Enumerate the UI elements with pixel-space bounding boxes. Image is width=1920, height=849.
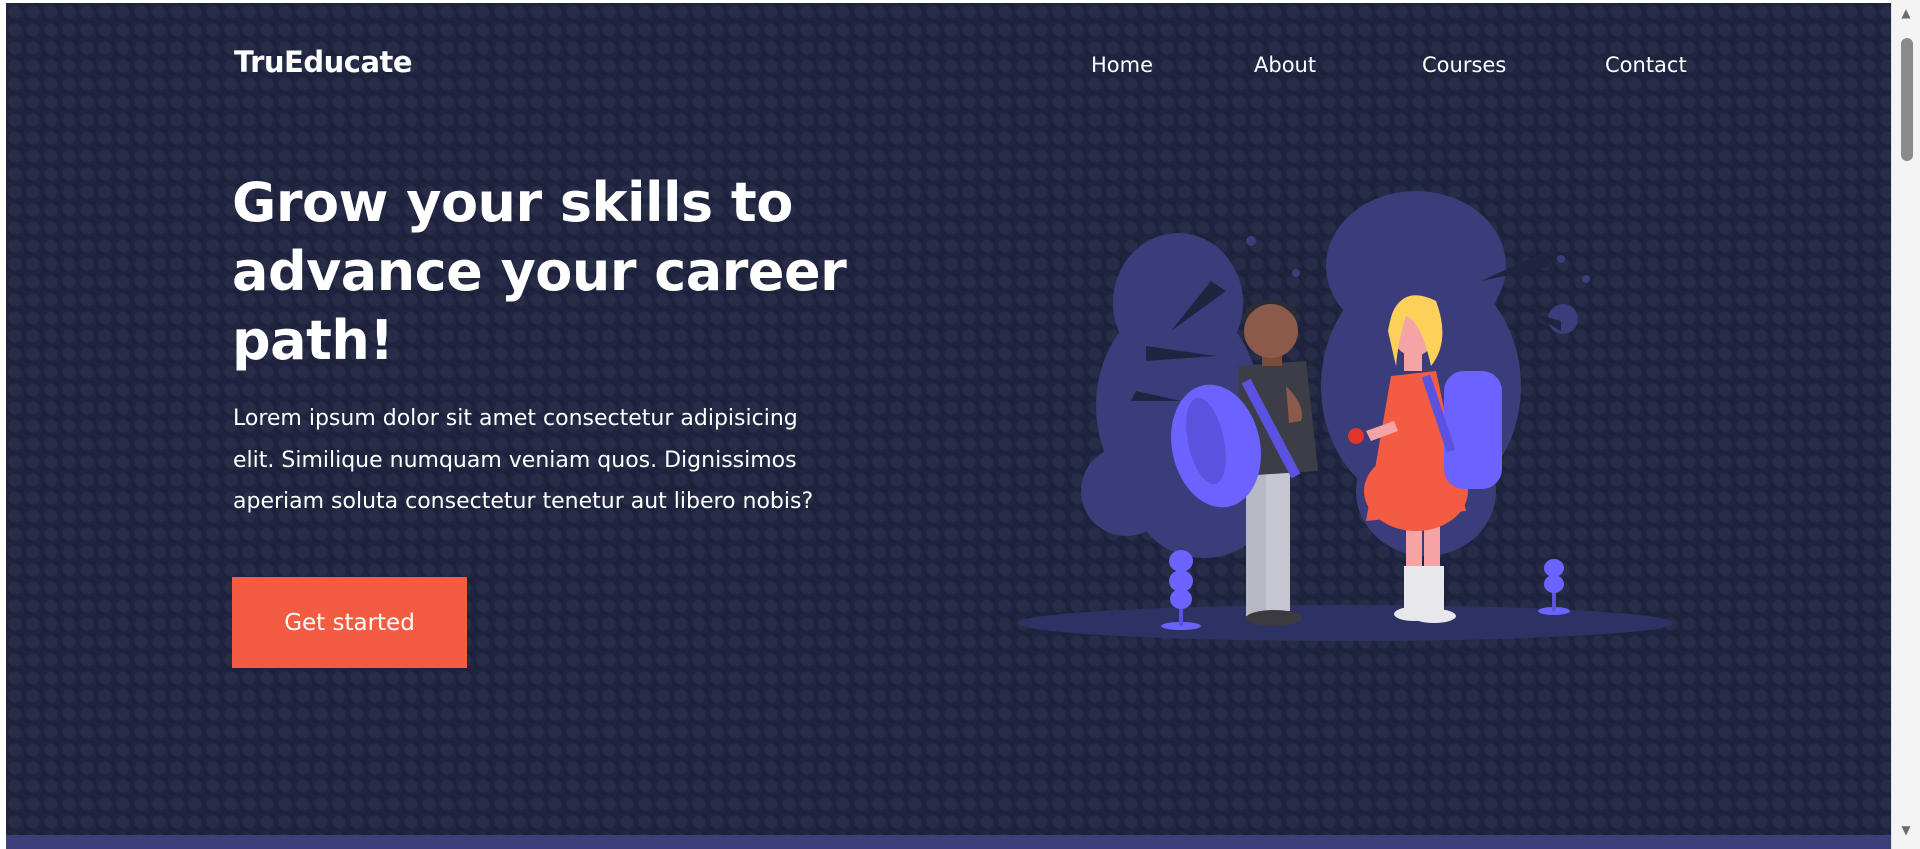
hero-title-line: advance your career [232, 240, 847, 303]
page-viewport: TruEducate Home About Courses Contact Gr… [6, 3, 1892, 849]
brand-logo[interactable]: TruEducate [234, 45, 413, 79]
chevron-down-icon[interactable]: ▼ [1892, 819, 1920, 841]
chevron-up-icon[interactable]: ▲ [1892, 2, 1920, 24]
background-bushes [1081, 191, 1590, 558]
nav-link-courses[interactable]: Courses [1422, 53, 1506, 77]
hero-description: Lorem ipsum dolor sit amet consectetur a… [233, 398, 893, 523]
hero-description-line: elit. Similique numquam veniam quos. Dig… [233, 447, 797, 473]
nav-link-contact[interactable]: Contact [1605, 53, 1687, 77]
hero-description-line: aperiam soluta consectetur tenetur aut l… [233, 489, 814, 514]
ground-shadow [1018, 605, 1674, 641]
hero-title: Grow your skills to advance your career … [232, 168, 932, 375]
nav-link-about[interactable]: About [1254, 53, 1316, 77]
section-divider [6, 835, 1892, 849]
hero-title-line: Grow your skills to [232, 171, 793, 234]
get-started-button[interactable]: Get started [232, 577, 467, 668]
students-with-backpacks-illustration [1018, 191, 1674, 641]
nav-link-home[interactable]: Home [1091, 53, 1153, 77]
hero-title-line: path! [232, 309, 394, 372]
vertical-scrollbar[interactable]: ▲ ▼ [1891, 0, 1920, 849]
navbar: TruEducate Home About Courses Contact [6, 3, 1892, 123]
plant-right [1538, 559, 1570, 615]
scrollbar-thumb[interactable] [1901, 38, 1913, 161]
hero-description-line: Lorem ipsum dolor sit amet consectetur a… [233, 406, 798, 431]
